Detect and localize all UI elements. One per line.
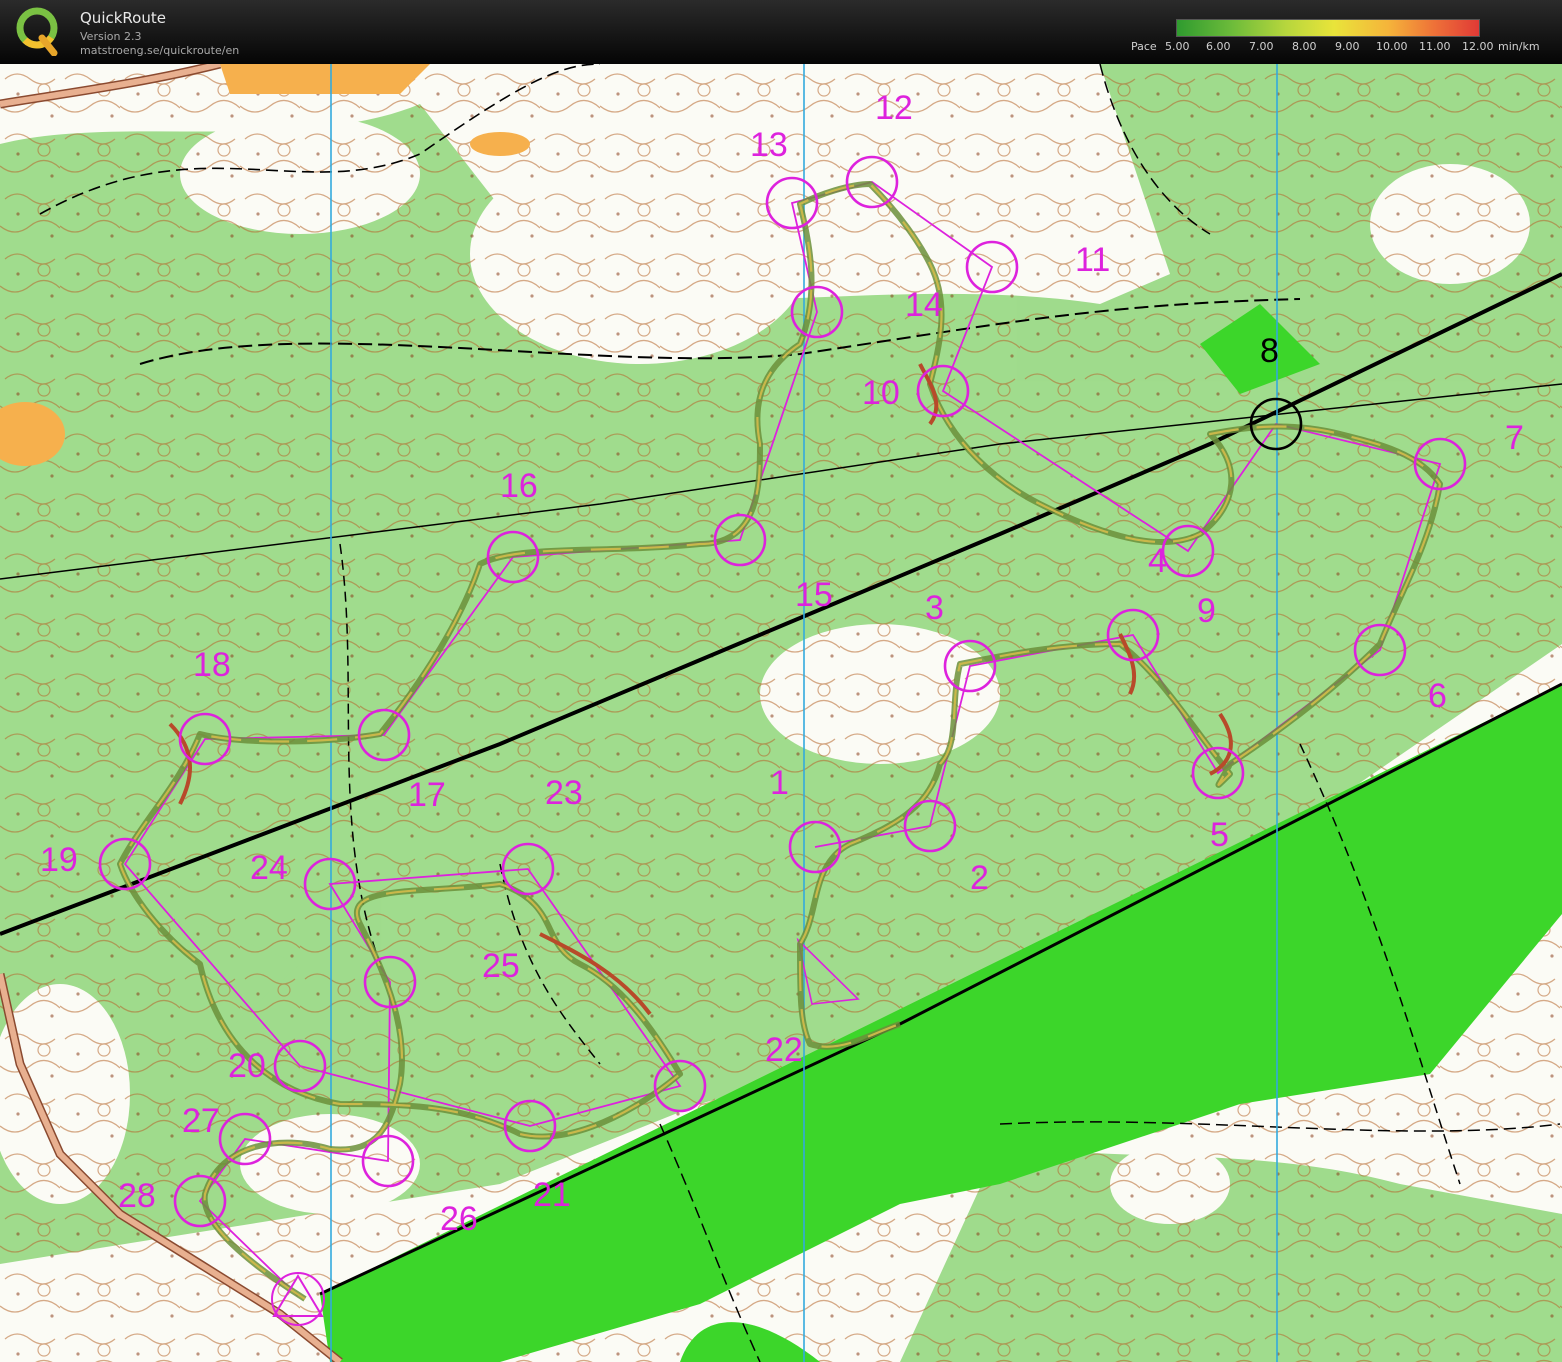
control-number-label: 15 <box>795 576 833 614</box>
pace-tick: 12.00 <box>1462 40 1494 53</box>
quickroute-logo-icon <box>16 7 58 56</box>
app-header: QuickRoute Version 2.3 matstroeng.se/qui… <box>0 0 1562 64</box>
control-number-label: 26 <box>440 1200 478 1238</box>
control-number-label: 27 <box>182 1102 220 1140</box>
control-number-label: 7 <box>1505 419 1524 457</box>
control-number-label: 10 <box>862 374 900 412</box>
control-number-label: 22 <box>765 1031 803 1069</box>
control-number-label: 8 <box>1260 332 1279 370</box>
control-number-label: 19 <box>40 841 78 879</box>
control-number-label: 11 <box>1075 241 1110 279</box>
map-canvas[interactable]: 1234567891011121314151617181920212223242… <box>0 64 1562 1362</box>
pace-tick: 11.00 <box>1419 40 1451 53</box>
control-number-label: 17 <box>408 776 446 814</box>
control-number-label: 18 <box>193 646 231 684</box>
control-number-label: 6 <box>1428 677 1447 715</box>
control-number-label: 20 <box>228 1047 266 1085</box>
control-number-label: 25 <box>482 947 520 985</box>
pace-tick: 6.00 <box>1206 40 1231 53</box>
control-number-label: 24 <box>250 849 288 887</box>
control-number-label: 13 <box>750 126 788 164</box>
pace-unit: min/km <box>1498 40 1540 53</box>
control-number-label: 23 <box>545 774 583 812</box>
app-url[interactable]: matstroeng.se/quickroute/en <box>80 44 239 57</box>
pace-label: Pace <box>1131 40 1157 53</box>
pace-tick: 9.00 <box>1335 40 1360 53</box>
pace-tick: 5.00 <box>1165 40 1190 53</box>
control-number-label: 2 <box>970 859 989 897</box>
pace-tick: 8.00 <box>1292 40 1317 53</box>
control-number-label: 5 <box>1210 816 1229 854</box>
orienteering-map[interactable]: 1 2 3 4 5 6 7 8 9 10 11 12 13 14 15 16 17 18 19 20 21 22 23 24 2… <box>0 64 1562 1362</box>
pace-tick: 10.00 <box>1376 40 1408 53</box>
app-version: Version 2.3 <box>80 30 142 43</box>
control-number-label: 28 <box>118 1177 156 1215</box>
app-title: QuickRoute <box>80 9 166 27</box>
control-number-label: 1 <box>770 764 789 802</box>
control-number-label: 14 <box>905 286 943 324</box>
control-number-label: 16 <box>500 467 538 505</box>
pace-color-scale <box>1176 19 1480 37</box>
pace-tick: 7.00 <box>1249 40 1274 53</box>
control-number-label: 9 <box>1197 592 1216 630</box>
control-number-label: 12 <box>875 89 913 127</box>
control-number-label: 3 <box>925 589 944 627</box>
control-number-label: 21 <box>533 1176 571 1214</box>
control-number-label: 4 <box>1148 542 1167 580</box>
